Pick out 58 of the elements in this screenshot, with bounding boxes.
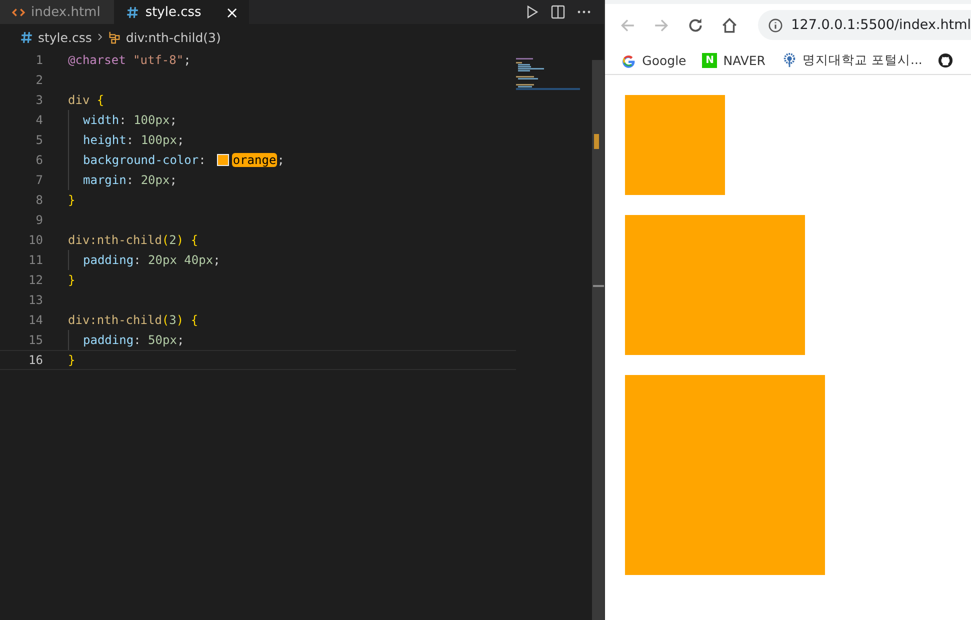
code-text: div { [68,93,104,107]
code-text: margin: 20px; [83,173,177,187]
code-text: padding: 50px; [83,333,184,347]
split-editor-icon[interactable] [550,4,566,20]
minimap-drawing[interactable] [516,58,580,92]
symbol-icon [108,30,121,44]
bookmark[interactable]: Google [642,52,686,68]
close-icon[interactable]: × [225,2,239,22]
line-number: 3 [34,93,44,107]
tree-logo-icon [782,52,796,68]
line-number: 2 [34,73,44,87]
line-number: 1 [34,53,44,67]
code-text: } [68,353,76,367]
editor-tab[interactable]: style.css × [114,0,249,24]
chevron-icon [96,32,103,42]
color-swatch[interactable] [216,154,229,166]
github-logo-icon[interactable] [938,52,954,68]
bookmark[interactable]: NAVER [723,52,766,68]
breadcrumb-item[interactable]: style.css [38,30,92,44]
editor-tab[interactable]: index.html [0,0,114,24]
line-number: 4 [34,113,44,127]
scroll-marker [594,134,600,149]
line-number: 10 [28,233,44,247]
bookmark[interactable]: 명지대학교 포털시... [802,52,922,68]
line-number: 5 [34,133,44,147]
code-text: div:nth-child(2) { [68,233,198,247]
code-text: div:nth-child(3) { [68,313,198,327]
url-text: 127.0.0.1:5500/index.html [791,17,971,33]
code-text: } [68,193,76,207]
code-text: width: 100px; [83,113,177,127]
line-number: 14 [28,313,44,327]
code-text: background-color: [83,153,206,167]
info-icon [768,18,784,32]
line-number: 6 [34,153,44,167]
line-number: 11 [28,253,44,267]
line-number: 13 [28,293,44,307]
highlighted-word: orange [232,153,278,167]
address-bar[interactable]: 127.0.0.1:5500/index.html [758,10,971,40]
code-text: ; [277,153,284,167]
line-number: 8 [34,193,44,207]
code-text: @charset "utf-8"; [68,53,191,67]
code-text: height: 100px; [83,133,184,147]
google-logo-icon [621,52,636,68]
line-number: 15 [28,333,44,347]
scrollbar[interactable] [592,60,604,620]
code-text: } [68,273,76,287]
breadcrumb-item[interactable]: div:nth-child(3) [126,30,221,44]
code-text: padding: 20px 40px; [83,253,220,267]
reload-icon[interactable] [687,16,704,34]
line-number: 16 [28,353,44,367]
line-number: 9 [34,213,44,227]
code-brackets-icon [12,6,25,18]
hash-icon [126,6,140,18]
naver-logo-icon: N [702,52,718,68]
line-number: 12 [28,273,44,287]
hash-icon [20,30,33,44]
home-icon[interactable] [721,16,738,34]
line-number: 7 [34,173,44,187]
